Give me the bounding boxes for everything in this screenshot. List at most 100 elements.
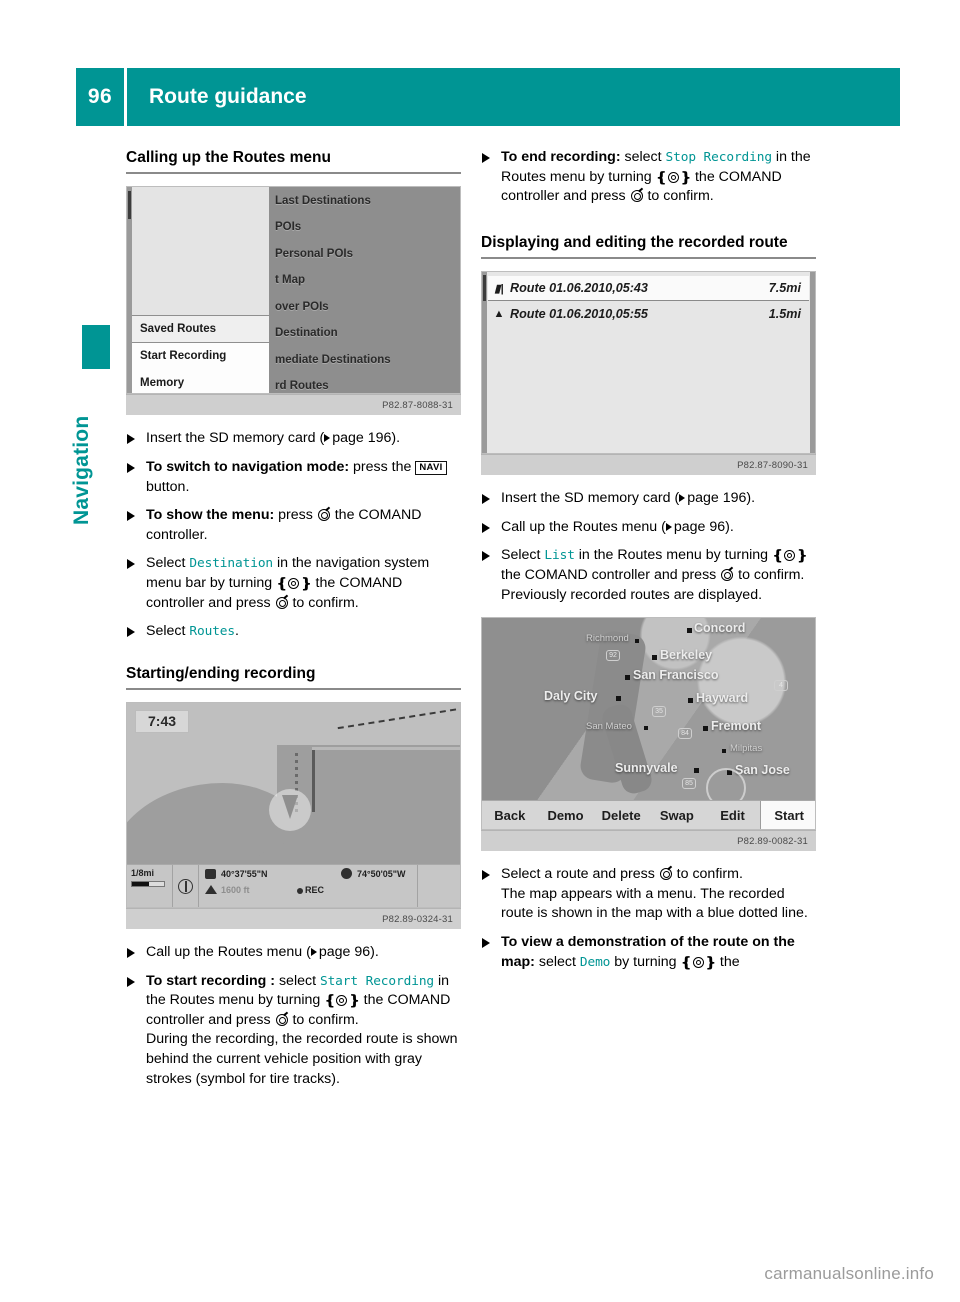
page-ref-icon (310, 948, 317, 957)
heading-rule (126, 172, 461, 175)
route-shield-icon: 84 (678, 728, 692, 740)
route-name: Route 01.06.2010,05:43 (510, 281, 648, 296)
bullet-triangle-icon (127, 948, 135, 959)
memory-icon: ▲ (493, 307, 505, 320)
heading-rule (126, 688, 461, 691)
section-starting-ending-recording: Starting/ending recording 7:43 1/8mi 40°… (126, 664, 461, 1090)
record-dot-icon (297, 888, 303, 895)
press-controller-icon (630, 190, 643, 203)
submenu-item-saved-routes[interactable]: Saved Routes (132, 316, 269, 343)
city-dot (722, 749, 726, 754)
city-label-san-francisco: San Francisco (633, 668, 719, 683)
left-column: Calling up the Routes menu Last Destinat… (126, 148, 461, 1098)
list-item: To switch to navigation mode: press the … (126, 458, 461, 497)
scrollbar[interactable] (482, 272, 487, 454)
route-shield-icon: 92 (606, 650, 620, 662)
right-steps-list-1: To end recording: select Stop Recording … (481, 148, 816, 207)
right-column: To end recording: select Stop Recording … (481, 148, 816, 981)
left-steps-list-1: Insert the SD memory card (page 196). To… (126, 429, 461, 641)
city-dot (652, 655, 657, 661)
menu-item[interactable]: Personal POIs (269, 240, 460, 267)
menu-button-demo[interactable]: Demo (538, 808, 594, 823)
vehicle-position-arrow-icon (282, 795, 298, 820)
list-item: To show the menu: press the COMAND contr… (126, 506, 461, 545)
page-title: Route guidance (127, 68, 900, 126)
navi-button-key: NAVI (415, 460, 447, 475)
submenu-item-start-recording[interactable]: Start Recording (132, 343, 269, 370)
list-item: Select Destination in the navigation sys… (126, 554, 461, 613)
bullet-triangle-icon (482, 937, 490, 948)
menu-item[interactable]: mediate Destinations (269, 346, 460, 373)
route-shield-icon: 4 (774, 680, 788, 692)
map-coordinates: 40°37'55"N 74°50'05"W 1600 ft REC (199, 865, 418, 908)
map-background (482, 618, 815, 830)
list-item: Select List in the Routes menu by turnin… (481, 546, 816, 605)
press-controller-icon (659, 868, 672, 881)
city-dot (687, 628, 692, 634)
menu-item[interactable]: over POIs (269, 293, 460, 320)
city-dot (625, 675, 630, 681)
route-shield-icon: 85 (682, 778, 696, 790)
menu-item[interactable]: POIs (269, 214, 460, 241)
recording-status-label: REC (305, 885, 325, 896)
menu-item[interactable]: Destination (269, 320, 460, 347)
list-item: Select a route and press to confirm. The… (481, 865, 816, 924)
ui-term-routes: Routes (189, 624, 236, 640)
menu-button-back[interactable]: Back (482, 808, 538, 823)
map-road (312, 747, 460, 751)
city-dot (688, 698, 693, 704)
route-shield-icon: 35 (652, 706, 666, 718)
right-steps-list-2: Insert the SD memory card (page 196). Ca… (481, 489, 816, 605)
bullet-triangle-icon (127, 462, 135, 473)
table-row[interactable]: ▲ Route 01.06.2010,05:55 1.5mi (488, 301, 809, 326)
route-rows: ▮| Route 01.06.2010,05:43 7.5mi ▲ Route … (482, 272, 815, 326)
rotate-controller-icon: ❴ ❵ (324, 992, 360, 1009)
menu-item[interactable]: t Map (269, 267, 460, 294)
page-header: 96 Route guidance (76, 68, 900, 126)
ui-term-list: List (544, 548, 575, 564)
bullet-triangle-icon (127, 434, 135, 445)
press-controller-icon (317, 509, 330, 522)
scrollbar-right[interactable] (810, 272, 815, 454)
rotate-controller-icon: ❴ ❵ (276, 574, 312, 591)
longitude-icon (341, 868, 352, 880)
menu-button-start[interactable]: Start (760, 800, 815, 830)
bullet-triangle-icon (482, 870, 490, 881)
menu-button-edit[interactable]: Edit (705, 808, 761, 823)
table-row[interactable]: ▮| Route 01.06.2010,05:43 7.5mi (488, 276, 809, 302)
route-name: Route 01.06.2010,05:55 (510, 306, 648, 321)
city-label-daly-city: Daly City (544, 689, 598, 704)
map-status-right (418, 865, 460, 907)
left-steps-list-2: Call up the Routes menu (page 96). To st… (126, 943, 461, 1089)
menu-item[interactable]: Last Destinations (269, 187, 460, 214)
list-item: Call up the Routes menu (page 96). (126, 943, 461, 963)
page-ref-icon (665, 522, 672, 531)
latitude-icon (205, 869, 216, 880)
list-item: To end recording: select Stop Recording … (481, 148, 816, 207)
map-compass (173, 865, 199, 908)
city-label-san-jose: San Jose (735, 763, 790, 778)
altitude-value: 1600 ft (221, 885, 250, 896)
section-heading-calling-up-routes-menu: Calling up the Routes menu (126, 149, 331, 166)
page-ref-icon (679, 494, 686, 503)
menu-button-delete[interactable]: Delete (593, 808, 649, 823)
city-label-fremont: Fremont (711, 719, 761, 734)
press-controller-icon (721, 568, 734, 581)
altitude-icon (205, 885, 217, 895)
menu-item[interactable]: rd Routes (269, 373, 460, 394)
section-displaying-editing-route: Displaying and editing the recorded rout… (481, 233, 816, 972)
map-status-bar: 1/8mi 40°37'55"N 74°50'05"W 1600 ft REC (127, 864, 460, 908)
city-dot (694, 768, 699, 774)
route-map-screenshot: 92 35 84 4 85 Concord Berkeley San Franc… (481, 617, 816, 831)
map-road-vertical (312, 750, 315, 813)
map-clock: 7:43 (135, 710, 190, 734)
longitude-value: 74°50'05"W (357, 869, 406, 880)
submenu-item-memory[interactable]: Memory (132, 369, 269, 393)
bullet-triangle-icon (482, 153, 490, 163)
sd-card-icon: ▮| (494, 282, 504, 295)
section-heading-displaying-editing-route: Displaying and editing the recorded rout… (481, 233, 788, 251)
bullet-triangle-icon (482, 494, 490, 505)
map-scale-bar-icon (131, 881, 165, 888)
bullet-triangle-icon (127, 976, 135, 987)
menu-button-swap[interactable]: Swap (649, 808, 705, 823)
